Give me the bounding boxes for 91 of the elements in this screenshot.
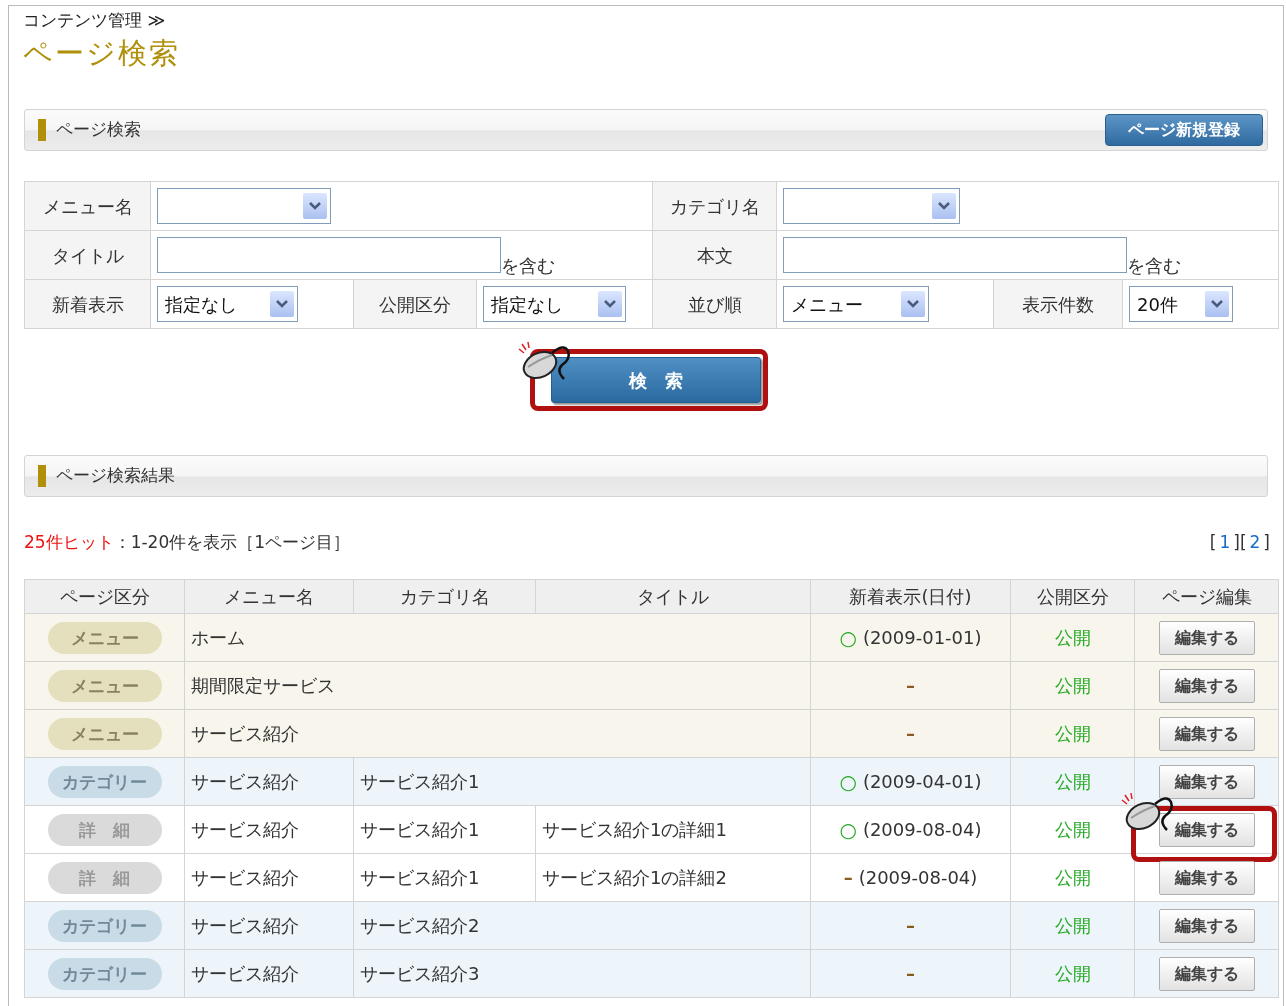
status-text: 公開 xyxy=(1054,723,1091,744)
dropdown[interactable] xyxy=(783,188,960,224)
status-text: 公開 xyxy=(1054,771,1091,792)
status-text: 公開 xyxy=(1054,915,1091,936)
form-label: 並び順 xyxy=(652,279,777,329)
field-suffix: を含む xyxy=(501,254,555,278)
page-type-badge: 詳 細 xyxy=(47,861,162,894)
edit-button[interactable]: 編集する xyxy=(1158,812,1255,847)
table-cell: サービス紹介1 xyxy=(360,771,480,792)
table-cell-text: (2009-08-04) xyxy=(862,818,982,842)
status-text: 公開 xyxy=(1054,819,1091,840)
page-type-badge: カテゴリー xyxy=(47,957,162,990)
table-cell: サービス紹介1 xyxy=(360,819,480,840)
column-header: ページ編集 xyxy=(1134,579,1279,614)
dropdown[interactable]: メニュー xyxy=(783,286,929,322)
field-suffix: を含む xyxy=(1127,254,1181,278)
form-label: メニュー名 xyxy=(24,181,151,231)
status-text: 公開 xyxy=(1054,627,1091,648)
edit-button[interactable]: 編集する xyxy=(1158,716,1255,751)
table-cell: サービス紹介 xyxy=(191,771,299,792)
page-type-badge: メニュー xyxy=(47,669,162,702)
form-label: 表示件数 xyxy=(993,279,1123,329)
edit-button[interactable]: 編集する xyxy=(1158,860,1255,895)
column-header: 公開区分 xyxy=(1010,579,1135,614)
new-mark: – xyxy=(906,674,915,698)
status-text: 公開 xyxy=(1054,675,1091,696)
table-cell: サービス紹介 xyxy=(191,963,299,984)
table-cell: サービス紹介3 xyxy=(360,963,480,984)
section-marker-icon xyxy=(38,465,46,487)
hit-count: 25件ヒット xyxy=(24,530,114,554)
page-type-badge: メニュー xyxy=(47,621,162,654)
result-summary: ：1-20件を表示［1ページ目］ xyxy=(113,530,351,554)
table-cell: 期間限定サービス xyxy=(191,675,335,696)
table-cell: サービス紹介1の詳細2 xyxy=(542,867,727,888)
bracket-text: [ xyxy=(1209,530,1217,554)
page-link[interactable]: 1 xyxy=(1216,529,1234,555)
table-cell: サービス紹介 xyxy=(191,915,299,936)
form-label: タイトル xyxy=(24,230,151,280)
section-heading: ページ検索結果 xyxy=(56,464,175,488)
page-link[interactable]: 2 xyxy=(1246,529,1264,555)
dropdown[interactable]: 指定なし xyxy=(483,286,626,322)
table-cell: サービス紹介 xyxy=(191,819,299,840)
new-mark: ○ xyxy=(839,768,857,796)
search-button[interactable]: 検 索 xyxy=(551,357,761,403)
form-label: 公開区分 xyxy=(353,279,477,329)
bracket-text: ][ xyxy=(1233,530,1247,554)
page-type-badge: カテゴリー xyxy=(47,765,162,798)
edit-button[interactable]: 編集する xyxy=(1158,764,1255,799)
column-header: ページ区分 xyxy=(24,579,185,614)
new-page-button[interactable]: ページ新規登録 xyxy=(1105,114,1263,146)
new-mark: ○ xyxy=(839,624,857,652)
edit-button[interactable]: 編集する xyxy=(1158,620,1255,655)
input-field[interactable] xyxy=(783,237,1127,273)
input-field[interactable] xyxy=(157,237,501,273)
table-cell: サービス紹介 xyxy=(191,723,299,744)
table-cell: ホーム xyxy=(191,627,245,648)
page-title: ページ検索 xyxy=(23,35,180,72)
new-mark: – xyxy=(906,914,915,938)
table-cell-text: (2009-01-01) xyxy=(862,626,982,650)
edit-button[interactable]: 編集する xyxy=(1158,908,1255,943)
dropdown[interactable] xyxy=(157,188,331,224)
dropdown[interactable]: 20件 xyxy=(1129,286,1233,322)
section-heading: ページ検索 xyxy=(56,118,141,142)
table-cell-text: (2009-08-04) xyxy=(858,866,978,890)
status-text: 公開 xyxy=(1054,867,1091,888)
new-mark: ○ xyxy=(839,816,857,844)
new-mark: – xyxy=(906,722,915,746)
new-mark: – xyxy=(906,962,915,986)
table-cell: サービス紹介 xyxy=(191,867,299,888)
column-header: カテゴリ名 xyxy=(353,579,536,614)
column-header: メニュー名 xyxy=(184,579,354,614)
bracket-text: ] xyxy=(1263,530,1270,554)
column-header: タイトル xyxy=(535,579,811,614)
edit-button[interactable]: 編集する xyxy=(1158,668,1255,703)
form-label: 新着表示 xyxy=(24,279,151,329)
dropdown[interactable]: 指定なし xyxy=(157,286,298,322)
table-cell-text: (2009-04-01) xyxy=(862,770,982,794)
new-mark: – xyxy=(843,866,853,890)
table-cell: サービス紹介1の詳細1 xyxy=(542,819,727,840)
edit-button[interactable]: 編集する xyxy=(1158,956,1255,991)
status-text: 公開 xyxy=(1054,963,1091,984)
page-type-badge: メニュー xyxy=(47,717,162,750)
form-label: 本文 xyxy=(652,230,777,280)
column-header: 新着表示(日付) xyxy=(810,579,1011,614)
section-marker-icon xyxy=(38,119,46,141)
table-cell: サービス紹介2 xyxy=(360,915,480,936)
page-type-badge: 詳 細 xyxy=(47,813,162,846)
form-label: カテゴリ名 xyxy=(652,181,777,231)
page-type-badge: カテゴリー xyxy=(47,909,162,942)
breadcrumb: コンテンツ管理 ≫ xyxy=(23,9,166,31)
table-cell: サービス紹介1 xyxy=(360,867,480,888)
